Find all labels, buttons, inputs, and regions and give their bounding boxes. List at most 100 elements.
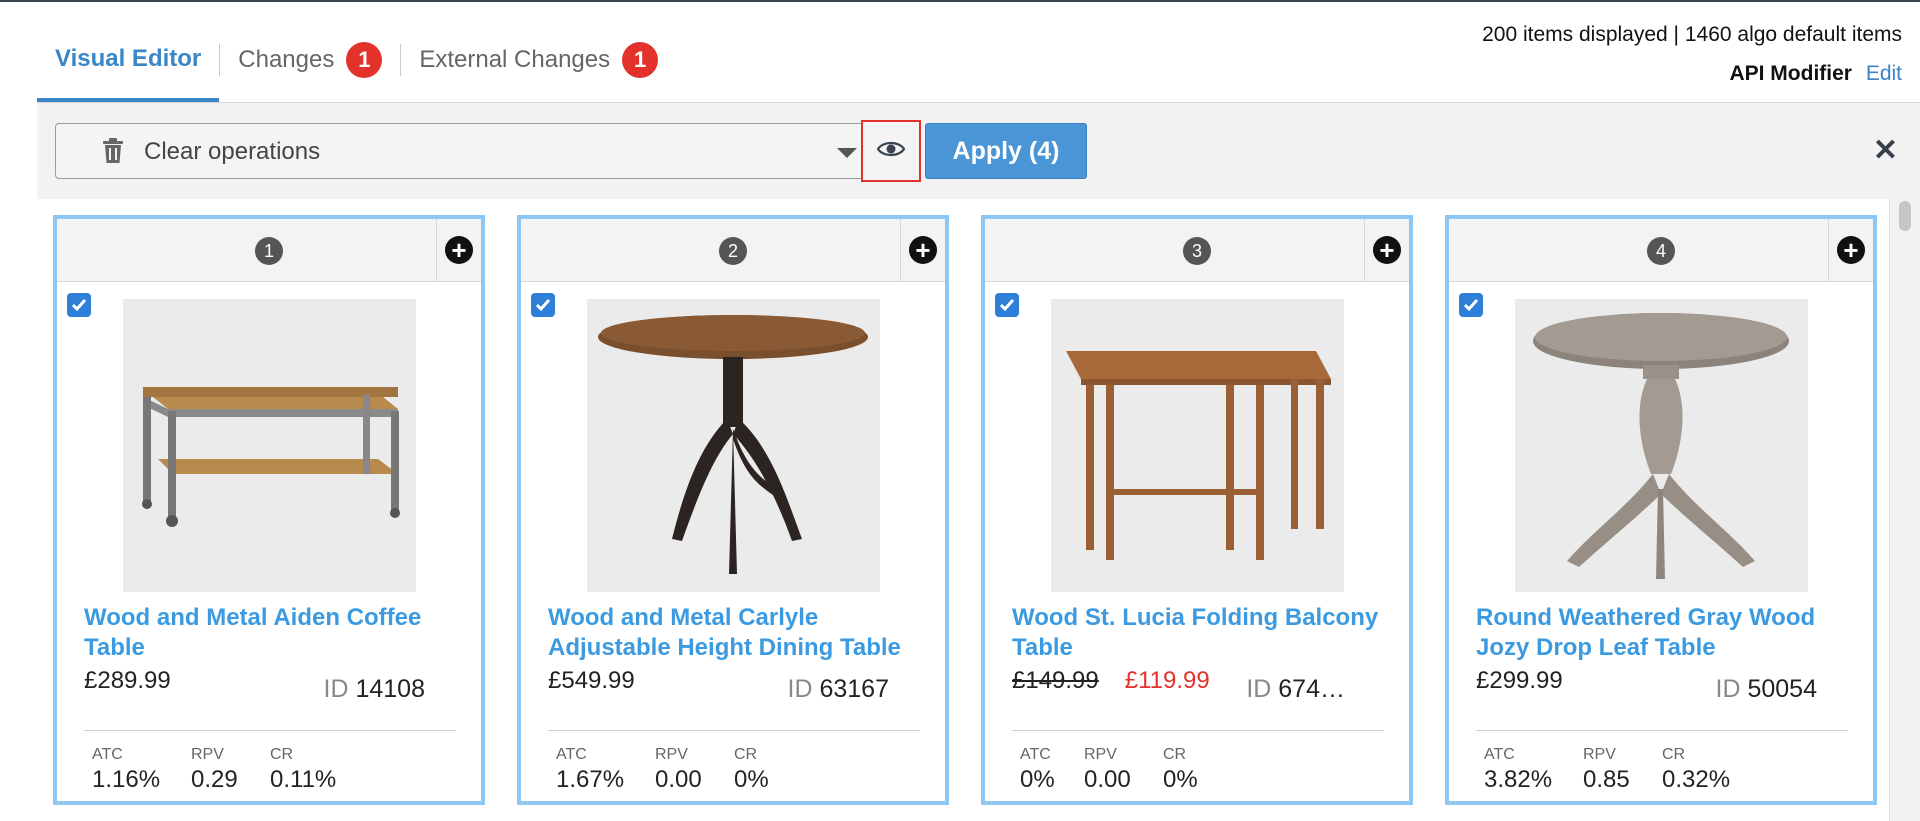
metric-label: RPV [191, 746, 224, 763]
metric-value: 3.82% [1484, 766, 1553, 793]
add-item-button[interactable]: + [436, 219, 481, 281]
current-price: £289.99 [84, 667, 171, 694]
editor-tabs: Visual Editor Changes 1 External Changes… [37, 30, 676, 102]
metric-label: RPV [1583, 746, 1616, 763]
product-card[interactable]: 1 + Wood and Metal Aiden Coffee Table £2… [53, 215, 485, 805]
metric-label: CR [1662, 746, 1686, 763]
select-checkbox[interactable] [995, 293, 1019, 317]
add-item-button[interactable]: + [900, 219, 945, 281]
product-price: £299.99 [1476, 667, 1563, 695]
metric-value: 0.00 [1084, 766, 1131, 793]
metric-atc: ATC 1.67% [556, 746, 624, 794]
metric-cr: CR 0.32% [1662, 746, 1730, 794]
product-title-link[interactable]: Wood and Metal Aiden Coffee Table [84, 603, 464, 663]
product-price: £149.99 £119.99 [1012, 667, 1210, 695]
id-value: 50054 [1747, 675, 1817, 703]
current-price: £299.99 [1476, 667, 1563, 694]
tab-external-changes[interactable]: External Changes 1 [401, 30, 676, 90]
close-icon[interactable]: ✕ [1873, 131, 1898, 171]
metric-value: 0% [1020, 766, 1055, 793]
chevron-down-icon [837, 148, 857, 158]
id-label: ID [1715, 675, 1741, 703]
metric-rpv: RPV 0.29 [191, 746, 238, 794]
apply-button[interactable]: Apply (4) [925, 123, 1087, 179]
product-price: £289.99 [84, 667, 171, 695]
card-header: 1 + [57, 219, 481, 282]
add-item-button[interactable]: + [1364, 219, 1409, 281]
position-badge: 2 [719, 237, 747, 265]
product-image[interactable] [587, 299, 880, 592]
product-image[interactable] [1051, 299, 1344, 592]
metric-label: CR [270, 746, 294, 763]
metric-cr: CR 0.11% [270, 746, 336, 794]
metric-rpv: RPV 0.85 [1583, 746, 1630, 794]
vertical-scrollbar[interactable] [1889, 199, 1920, 821]
tab-label: Changes [238, 46, 335, 73]
tab-label: Visual Editor [55, 45, 202, 72]
product-image[interactable] [1515, 299, 1808, 592]
api-modifier: API Modifier Edit [1729, 62, 1902, 86]
checkmark-icon [999, 299, 1015, 312]
metric-value: 1.16% [92, 766, 161, 793]
metric-label: ATC [1020, 746, 1051, 763]
metric-value: 0% [734, 766, 769, 793]
id-value: 63167 [819, 675, 889, 703]
metric-value: 0.32% [1662, 766, 1731, 793]
position-badge: 3 [1183, 237, 1211, 265]
id-label: ID [1246, 675, 1272, 703]
product-id: ID 63167 [788, 675, 889, 704]
items-count-text: 200 items displayed | 1460 algo default … [1482, 23, 1902, 46]
product-title-link[interactable]: Wood and Metal Carlyle Adjustable Height… [548, 603, 928, 663]
original-price: £149.99 [1012, 667, 1099, 694]
sale-price: £119.99 [1124, 667, 1210, 694]
metric-value: 0.11% [270, 766, 337, 793]
metric-label: ATC [556, 746, 587, 763]
product-id: ID 674… [1246, 675, 1345, 704]
product-id: ID 50054 [1716, 675, 1817, 704]
id-value: 674… [1278, 675, 1345, 703]
metrics-divider [1012, 730, 1384, 731]
select-checkbox[interactable] [531, 293, 555, 317]
operations-toolbar: Clear operations Apply (4) ✕ [37, 103, 1920, 199]
tab-changes[interactable]: Changes 1 [220, 30, 400, 90]
id-label: ID [323, 675, 349, 703]
select-checkbox[interactable] [67, 293, 91, 317]
position-badge: 1 [255, 237, 283, 265]
clear-operations-dropdown[interactable]: Clear operations [55, 123, 896, 179]
metric-label: RPV [655, 746, 688, 763]
metric-label: CR [1163, 746, 1187, 763]
metric-atc: ATC 0% [1020, 746, 1055, 794]
preview-eye-button[interactable] [861, 120, 921, 182]
metric-rpv: RPV 0.00 [655, 746, 702, 794]
api-modifier-edit-link[interactable]: Edit [1866, 62, 1902, 85]
product-image[interactable] [123, 299, 416, 592]
api-modifier-label: API Modifier [1729, 62, 1852, 85]
tab-visual-editor[interactable]: Visual Editor [37, 30, 220, 102]
position-badge: 4 [1647, 237, 1675, 265]
id-value: 14108 [355, 675, 425, 703]
plus-icon: + [1373, 236, 1401, 264]
product-card[interactable]: 2 + Wood and Metal Carlyle Adjustable He… [517, 215, 949, 805]
add-item-button[interactable]: + [1828, 219, 1873, 281]
trash-icon [102, 138, 124, 169]
top-border [0, 0, 1920, 2]
checkmark-icon [71, 299, 87, 312]
metric-rpv: RPV 0.00 [1084, 746, 1131, 794]
product-grid: 1 + Wood and Metal Aiden Coffee Table £2… [37, 199, 1890, 821]
product-card[interactable]: 4 + Round Weathered Gray Wood Jozy Drop … [1445, 215, 1877, 805]
product-title-link[interactable]: Round Weathered Gray Wood Jozy Drop Leaf… [1476, 603, 1856, 663]
external-changes-count-badge: 1 [622, 42, 659, 78]
scrollbar-thumb[interactable] [1899, 201, 1911, 231]
metric-label: CR [734, 746, 758, 763]
select-checkbox[interactable] [1459, 293, 1483, 317]
plus-icon: + [909, 236, 937, 264]
product-price: £549.99 [548, 667, 635, 695]
plus-icon: + [445, 236, 473, 264]
metric-atc: ATC 3.82% [1484, 746, 1552, 794]
product-title-link[interactable]: Wood St. Lucia Folding Balcony Table [1012, 603, 1392, 663]
metric-atc: ATC 1.16% [92, 746, 160, 794]
metric-cr: CR 0% [1163, 746, 1198, 794]
product-id: ID 14108 [324, 675, 425, 704]
metric-value: 0.29 [191, 766, 238, 793]
product-card[interactable]: 3 + Wood St. Lucia Folding Balcony Table… [981, 215, 1413, 805]
